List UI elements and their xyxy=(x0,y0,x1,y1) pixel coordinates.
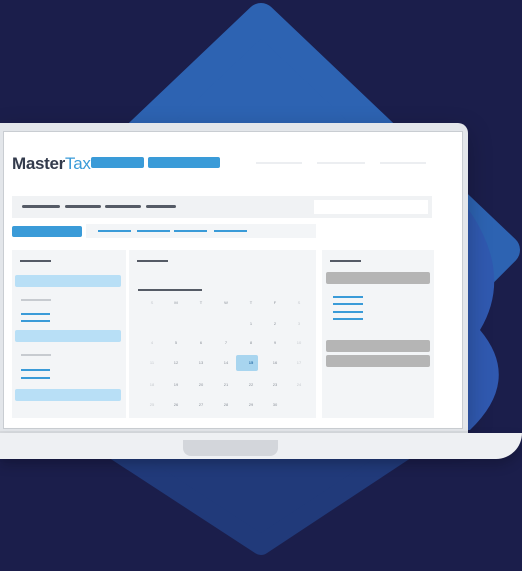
calendar-day[interactable]: 9 xyxy=(266,340,284,345)
left-link-2[interactable] xyxy=(21,320,50,322)
nav-placeholder-2 xyxy=(317,162,365,164)
left-item-2[interactable] xyxy=(15,330,121,342)
nav-button-1[interactable] xyxy=(91,157,144,168)
toolbar-item-3[interactable] xyxy=(105,205,141,208)
center-panel xyxy=(129,250,316,418)
mastertax-logo: MasterTax xyxy=(12,154,91,173)
calendar-day[interactable]: 23 xyxy=(266,382,284,387)
calendar-day[interactable]: 25 xyxy=(143,402,161,407)
calendar-day[interactable]: 17 xyxy=(290,360,308,365)
calendar-month-label xyxy=(138,289,202,291)
tab-5[interactable] xyxy=(214,230,247,232)
calendar-day[interactable]: 4 xyxy=(143,340,161,345)
laptop-notch xyxy=(183,440,278,456)
calendar-day[interactable]: 8 xyxy=(242,340,260,345)
right-item-3[interactable] xyxy=(326,355,430,367)
tab-3[interactable] xyxy=(137,230,170,232)
calendar-day[interactable]: 5 xyxy=(167,340,185,345)
toolbar-item-4[interactable] xyxy=(146,205,176,208)
left-link-3[interactable] xyxy=(21,369,50,371)
calendar-day[interactable]: 20 xyxy=(192,382,210,387)
calendar-day[interactable]: 22 xyxy=(242,382,260,387)
calendar-day[interactable]: 15 xyxy=(242,360,260,365)
right-link-1[interactable] xyxy=(333,296,363,298)
calendar-day[interactable]: 19 xyxy=(167,382,185,387)
calendar-day[interactable]: 6 xyxy=(192,340,210,345)
calendar-day[interactable]: 24 xyxy=(290,382,308,387)
right-item-1[interactable] xyxy=(326,272,430,284)
calendar-weekday: F xyxy=(273,300,277,305)
right-item-2[interactable] xyxy=(326,340,430,352)
calendar-day[interactable]: 11 xyxy=(143,360,161,365)
calendar-weekday: S xyxy=(297,300,301,305)
calendar-day[interactable]: 7 xyxy=(217,340,235,345)
calendar-day[interactable]: 10 xyxy=(290,340,308,345)
calendar-weekday: S xyxy=(150,300,154,305)
calendar-day[interactable]: 18 xyxy=(143,382,161,387)
calendar-day[interactable]: 30 xyxy=(266,402,284,407)
nav-placeholder-3 xyxy=(380,162,426,164)
left-item-3[interactable] xyxy=(15,389,121,401)
right-panel-header xyxy=(330,260,361,262)
toolbar-item-1[interactable] xyxy=(22,205,60,208)
left-link-1[interactable] xyxy=(21,313,50,315)
calendar-day[interactable]: 16 xyxy=(266,360,284,365)
calendar-day[interactable]: 3 xyxy=(290,321,308,326)
calendar-weekday: T xyxy=(199,300,203,305)
calendar-day[interactable]: 2 xyxy=(266,321,284,326)
calendar-day[interactable]: 12 xyxy=(167,360,185,365)
calendar-day[interactable]: 26 xyxy=(167,402,185,407)
right-link-2[interactable] xyxy=(333,303,363,305)
left-item-1[interactable] xyxy=(15,275,121,287)
laptop-frame: MasterTax SMTWTFS1234 5 6 7 8 9 10 11 12… xyxy=(0,123,468,431)
left-divider-1 xyxy=(21,299,51,301)
search-input[interactable] xyxy=(314,200,428,214)
app-screen: MasterTax SMTWTFS1234 5 6 7 8 9 10 11 12… xyxy=(3,131,463,429)
calendar-day[interactable]: 27 xyxy=(192,402,210,407)
calendar-day[interactable]: 29 xyxy=(242,402,260,407)
tab-4[interactable] xyxy=(174,230,207,232)
left-panel-header xyxy=(20,260,51,262)
calendar-day[interactable]: 28 xyxy=(217,402,235,407)
tab-2[interactable] xyxy=(98,230,131,232)
left-divider-2 xyxy=(21,354,51,356)
left-link-4[interactable] xyxy=(21,377,50,379)
calendar-day[interactable]: 13 xyxy=(192,360,210,365)
calendar-day[interactable]: 1 xyxy=(242,321,260,326)
calendar-weekday: T xyxy=(249,300,253,305)
calendar-day[interactable]: 21 xyxy=(217,382,235,387)
right-link-3[interactable] xyxy=(333,311,363,313)
nav-button-2[interactable] xyxy=(148,157,220,168)
right-link-4[interactable] xyxy=(333,318,363,320)
calendar-day[interactable]: 14 xyxy=(217,360,235,365)
tab-active[interactable] xyxy=(12,226,82,237)
nav-placeholder-1 xyxy=(256,162,302,164)
toolbar-item-2[interactable] xyxy=(65,205,101,208)
calendar-weekday: M xyxy=(174,300,178,305)
calendar-weekday: W xyxy=(224,300,228,305)
center-panel-header xyxy=(137,260,168,262)
